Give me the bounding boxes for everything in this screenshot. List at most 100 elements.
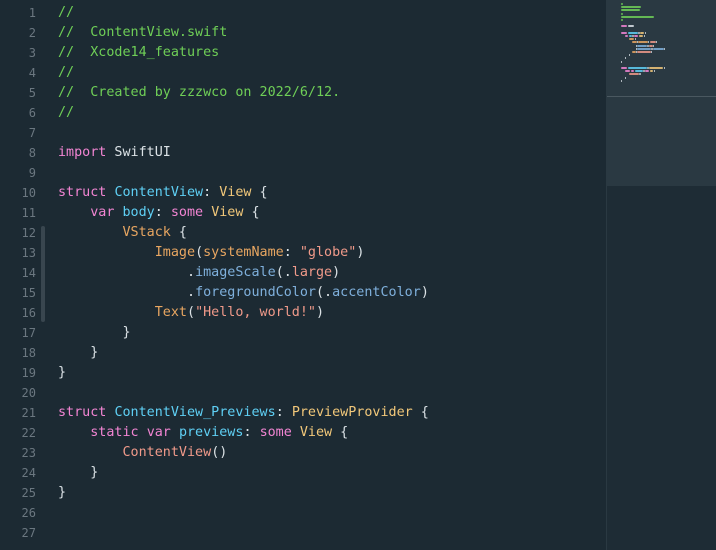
code-token: // Xcode14_features bbox=[58, 45, 220, 60]
minimap-viewport[interactable] bbox=[607, 0, 716, 186]
code-token: PreviewProvider bbox=[291, 405, 413, 420]
code-line: static var previews: some View { bbox=[58, 423, 348, 443]
code-token: previews bbox=[178, 425, 244, 440]
code-token: static bbox=[90, 425, 139, 440]
code-line: } bbox=[58, 483, 66, 503]
line-number: 12 bbox=[21, 226, 36, 240]
line-number: 5 bbox=[28, 86, 36, 100]
line-number: 6 bbox=[28, 106, 36, 120]
minimap-token bbox=[624, 35, 628, 37]
code-token: // ContentView.swift bbox=[58, 25, 228, 40]
line-number: 21 bbox=[21, 406, 36, 420]
minimap-token bbox=[644, 70, 649, 73]
code-line: } bbox=[58, 363, 66, 383]
line-number: 9 bbox=[28, 166, 36, 180]
code-token: } bbox=[58, 325, 131, 340]
code-line: // ContentView.swift bbox=[58, 23, 227, 43]
minimap-token bbox=[639, 35, 643, 37]
change-indicator-bar[interactable] bbox=[41, 226, 45, 322]
minimap-token bbox=[648, 67, 663, 69]
line-number: 15 bbox=[21, 286, 36, 300]
code-token: : bbox=[243, 425, 260, 440]
code-token: { bbox=[412, 405, 429, 420]
code-token: ) bbox=[420, 285, 429, 300]
minimap-token bbox=[621, 60, 622, 63]
minimap-token bbox=[663, 47, 665, 50]
code-token: Image bbox=[154, 245, 196, 260]
code-token: : bbox=[275, 405, 292, 420]
minimap-token bbox=[635, 70, 643, 73]
code-token: ) bbox=[332, 265, 341, 280]
code-line: // bbox=[58, 3, 74, 23]
code-token: ContentView_Previews bbox=[114, 405, 276, 420]
line-number: 14 bbox=[21, 266, 36, 280]
line-number: 3 bbox=[28, 46, 36, 60]
minimap-token bbox=[637, 44, 647, 47]
code-line: // Created by zzzwco on 2022/6/12. bbox=[58, 83, 340, 103]
code-area[interactable]: // // ContentView.swift // Xcode14_feature… bbox=[58, 0, 606, 550]
code-token: ) bbox=[316, 305, 325, 320]
code-token: ) bbox=[356, 245, 365, 260]
line-number: 17 bbox=[21, 326, 36, 340]
code-token: // bbox=[58, 5, 75, 20]
line-number: 7 bbox=[28, 126, 36, 140]
code-token: . bbox=[58, 265, 196, 280]
code-token: (. bbox=[316, 285, 333, 300]
minimap-token bbox=[644, 31, 646, 34]
code-token: : bbox=[154, 205, 171, 220]
code-line: .imageScale(.large) bbox=[58, 263, 340, 283]
line-number: 10 bbox=[21, 186, 36, 200]
line-number: 26 bbox=[21, 506, 36, 520]
line-number: 8 bbox=[28, 146, 36, 160]
minimap-token bbox=[627, 31, 639, 34]
minimap-token bbox=[621, 6, 641, 9]
code-token: : bbox=[203, 185, 220, 200]
code-token: struct bbox=[58, 185, 107, 200]
minimap-token bbox=[621, 79, 622, 82]
code-token: // bbox=[58, 105, 75, 120]
code-token: ContentView bbox=[114, 185, 204, 200]
code-line: // bbox=[58, 63, 74, 83]
line-number: 1 bbox=[28, 6, 36, 20]
minimap-divider bbox=[607, 96, 716, 97]
code-token: foregroundColor bbox=[195, 285, 316, 300]
line-number: 11 bbox=[21, 206, 36, 220]
code-line: // bbox=[58, 103, 74, 123]
line-number: 20 bbox=[21, 386, 36, 400]
code-token: } bbox=[58, 365, 67, 380]
line-number: 16 bbox=[21, 306, 36, 320]
line-number: 2 bbox=[28, 26, 36, 40]
code-line: ContentView() bbox=[58, 443, 228, 463]
code-token: ( bbox=[195, 245, 204, 260]
code-token: ( bbox=[187, 305, 196, 320]
code-line: struct ContentView: View { bbox=[58, 183, 268, 203]
minimap-token bbox=[621, 67, 627, 69]
code-token: accentColor bbox=[332, 285, 421, 300]
minimap-token bbox=[634, 35, 639, 37]
code-token: . bbox=[58, 285, 196, 300]
minimap[interactable] bbox=[606, 0, 716, 550]
code-token: SwiftUI bbox=[106, 145, 171, 160]
line-number: 23 bbox=[21, 446, 36, 460]
minimap-token bbox=[621, 3, 623, 5]
line-number: 25 bbox=[21, 486, 36, 500]
code-line: Image(systemName: "globe") bbox=[58, 243, 365, 263]
code-token: (. bbox=[275, 265, 292, 280]
code-token: var bbox=[146, 425, 171, 440]
code-editor[interactable]: 1 2 3 4 5 6 7 8 9 10 11 12 13 14 15 16 17 18 19 20 21 22 23 24 2… bbox=[0, 0, 716, 550]
code-token: "Hello, world!" bbox=[195, 305, 316, 320]
minimap-token bbox=[624, 76, 626, 79]
code-token: } bbox=[58, 465, 99, 480]
code-line: struct ContentView_Previews: PreviewProv… bbox=[58, 403, 429, 423]
line-number: 24 bbox=[21, 466, 36, 480]
minimap-token bbox=[637, 51, 652, 53]
minimap-token bbox=[637, 47, 652, 50]
code-line: // Xcode14_features bbox=[58, 43, 219, 63]
minimap-token bbox=[628, 38, 635, 41]
code-line: Text("Hello, world!") bbox=[58, 303, 324, 323]
code-token: "globe" bbox=[299, 245, 357, 260]
